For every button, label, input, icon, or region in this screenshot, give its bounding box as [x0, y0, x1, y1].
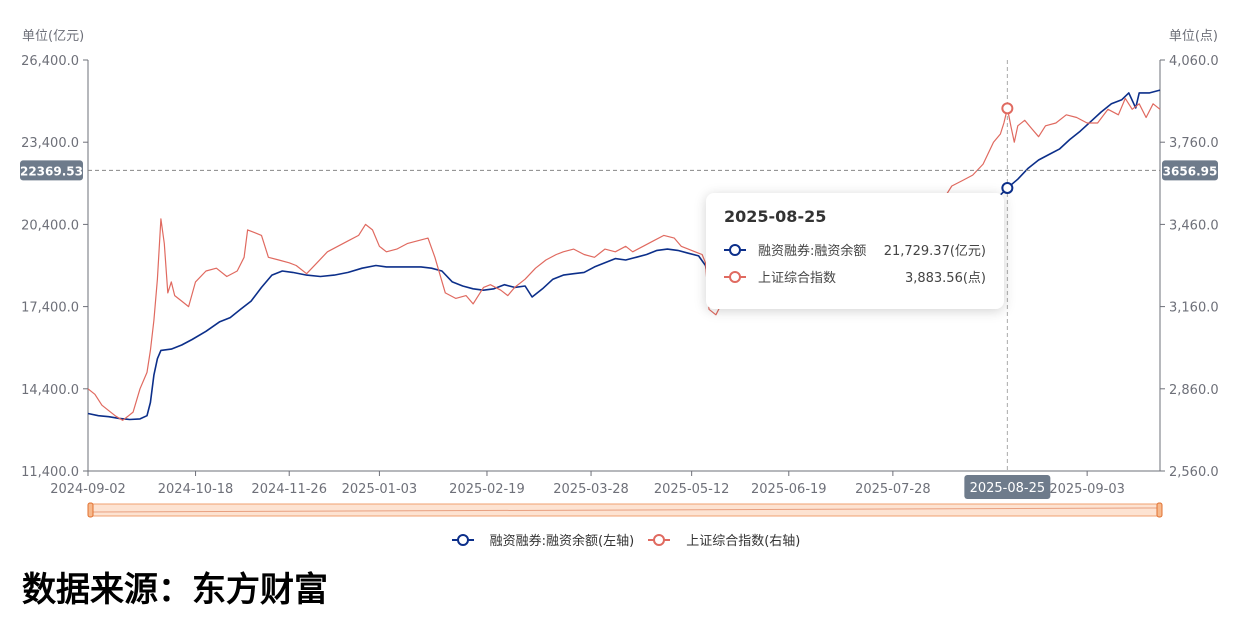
right-tick-label: 3,760.0 — [1169, 136, 1219, 151]
tooltip-row-margin: 融资融券:融资余额 21,729.37(亿元) — [724, 236, 986, 263]
tooltip-row-value: 21,729.37(亿元) — [883, 244, 986, 259]
x-tick-label: 2024-10-18 — [158, 482, 234, 497]
legend-label: 融资融券:融资余额(左轴) — [489, 534, 635, 549]
index-highlight-point — [1001, 102, 1014, 115]
x-tick-label: 2025-01-03 — [342, 482, 418, 497]
left-tick-label: 26,400.0 — [21, 54, 79, 69]
left-unit-label: 单位(亿元) — [22, 29, 84, 44]
right-tick-label: 3,460.0 — [1169, 218, 1219, 233]
right-unit-label: 单位(点) — [1169, 29, 1218, 44]
left-tick-label: 14,400.0 — [21, 383, 79, 398]
tooltip: 2025-08-25 融资融券:融资余额 21,729.37(亿元) 上证综合指… — [706, 193, 1004, 309]
tooltip-row-index: 上证综合指数 3,883.56(点) — [724, 263, 986, 290]
tooltip-row-value: 3,883.56(点) — [904, 271, 986, 286]
legend-item-index[interactable]: 上证综合指数(右轴) — [648, 530, 800, 549]
x-tick-label: 2024-09-02 — [50, 482, 126, 497]
tooltip-row-name: 上证综合指数 — [758, 271, 837, 286]
margin-legend-icon — [451, 533, 474, 546]
margin-marker-icon — [724, 243, 746, 256]
legend-label: 上证综合指数(右轴) — [686, 534, 801, 549]
left-tick-label: 17,400.0 — [21, 301, 79, 316]
legend-item-margin[interactable]: 融资融券:融资余额(左轴) — [451, 530, 635, 549]
crosshair-left-value: 22369.53 — [20, 164, 83, 178]
chart-axes: 单位(亿元) 单位(点) 26,400.0 4,060.0 23,400.0 3,760.… — [21, 29, 1219, 497]
source-caption: 数据来源：东方财富 — [22, 570, 328, 610]
crosshair-right-value: 3656.95 — [1163, 164, 1218, 178]
x-tick-label: 2025-07-28 — [855, 482, 931, 497]
legend: 融资融券:融资余额(左轴) 上证综合指数(右轴) — [0, 530, 1252, 549]
tooltip-date: 2025-08-25 — [724, 207, 827, 226]
x-tick-label: 2025-03-28 — [553, 482, 629, 497]
x-tick-label: 2025-05-12 — [654, 482, 730, 497]
index-marker-icon — [724, 270, 746, 283]
zoom-left-handle — [87, 502, 94, 518]
tooltip-row-name: 融资融券:融资余额 — [758, 244, 867, 259]
right-tick-label: 2,560.0 — [1169, 465, 1219, 480]
index-legend-icon — [648, 533, 671, 546]
zoom-right-handle — [1156, 502, 1163, 518]
right-tick-label: 2,860.0 — [1169, 383, 1219, 398]
x-tick-label: 2025-02-19 — [449, 482, 525, 497]
x-tick-label: 2024-11-26 — [251, 482, 327, 497]
x-tick-label: 2025-06-19 — [751, 482, 827, 497]
crosshair-x-value: 2025-08-25 — [970, 481, 1046, 496]
chart-overlay: 22369.53 3656.95 2025-08-25 — [20, 60, 1218, 518]
left-tick-label: 11,400.0 — [21, 465, 79, 480]
right-tick-label: 3,160.0 — [1169, 301, 1219, 316]
left-tick-label: 23,400.0 — [21, 136, 79, 151]
x-tick-label: 2025-09-03 — [1049, 482, 1125, 497]
left-tick-label: 20,400.0 — [21, 218, 79, 233]
margin-highlight-point — [1001, 181, 1014, 194]
right-tick-label: 4,060.0 — [1169, 54, 1219, 69]
